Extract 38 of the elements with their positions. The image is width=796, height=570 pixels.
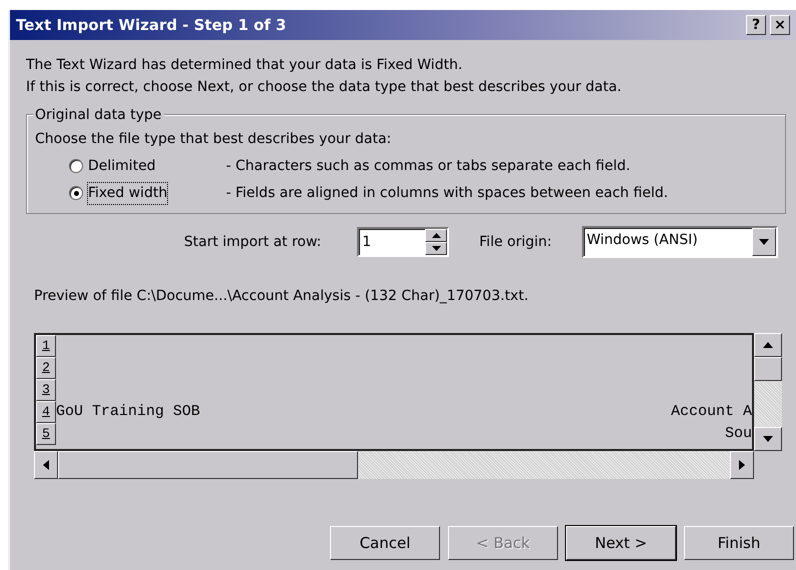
radio-button[interactable]: [69, 186, 83, 200]
radio-label[interactable]: Delimited: [88, 156, 156, 176]
scroll-right-icon[interactable]: [730, 451, 754, 479]
window-title: Text Import Wizard - Step 1 of 3: [16, 14, 286, 36]
spin-up-icon[interactable]: [425, 229, 448, 242]
wizard-button[interactable]: Finish: [684, 526, 794, 560]
vertical-scrollbar[interactable]: [754, 333, 782, 451]
group-prompt: Choose the file type that best describes your data:: [35, 130, 392, 149]
preview-text: Account A: [670, 402, 752, 422]
line-number: 1: [36, 335, 56, 357]
line-number: 5: [36, 423, 56, 445]
radio-button[interactable]: [69, 159, 83, 173]
preview-text: GoU Training SOB: [56, 402, 200, 422]
scroll-down-icon[interactable]: [754, 427, 782, 451]
wizard-button[interactable]: Next >: [566, 526, 676, 560]
line-number: 3: [36, 379, 56, 401]
close-button[interactable]: ×: [770, 15, 790, 35]
horizontal-scrollbar[interactable]: [34, 451, 754, 479]
line-number: 4: [36, 401, 56, 423]
help-button[interactable]: ?: [746, 15, 766, 35]
start-row-spinner[interactable]: 1: [357, 227, 450, 257]
file-origin-label: File origin:: [479, 232, 552, 252]
scroll-thumb[interactable]: [754, 357, 782, 381]
intro-text: If this is correct, choose Next, or choose the data type that best describes your data.: [26, 78, 623, 97]
radio-label[interactable]: Fixed width: [88, 182, 168, 204]
wizard-button[interactable]: Cancel: [330, 526, 440, 560]
file-origin-dropdown[interactable]: Windows (ANSI): [582, 226, 778, 258]
scroll-left-icon[interactable]: [34, 451, 58, 479]
preview-text: Sou: [724, 424, 752, 444]
line-number: 2: [36, 357, 56, 379]
intro-text: The Text Wizard has determined that your data is Fixed Width.: [26, 56, 464, 75]
scroll-thumb[interactable]: [58, 451, 358, 479]
start-row-label: Start import at row:: [184, 232, 322, 252]
scroll-up-icon[interactable]: [754, 333, 782, 357]
option-description: - Characters such as commas or tabs separate each field.: [226, 156, 630, 176]
option-description: - Fields are aligned in columns with spaces between each field.: [226, 184, 668, 202]
preview-caption: Preview of file C:\Docume...\Account Analysis - (132 Char)_170703.txt.: [34, 287, 530, 306]
spin-down-icon[interactable]: [425, 242, 448, 255]
